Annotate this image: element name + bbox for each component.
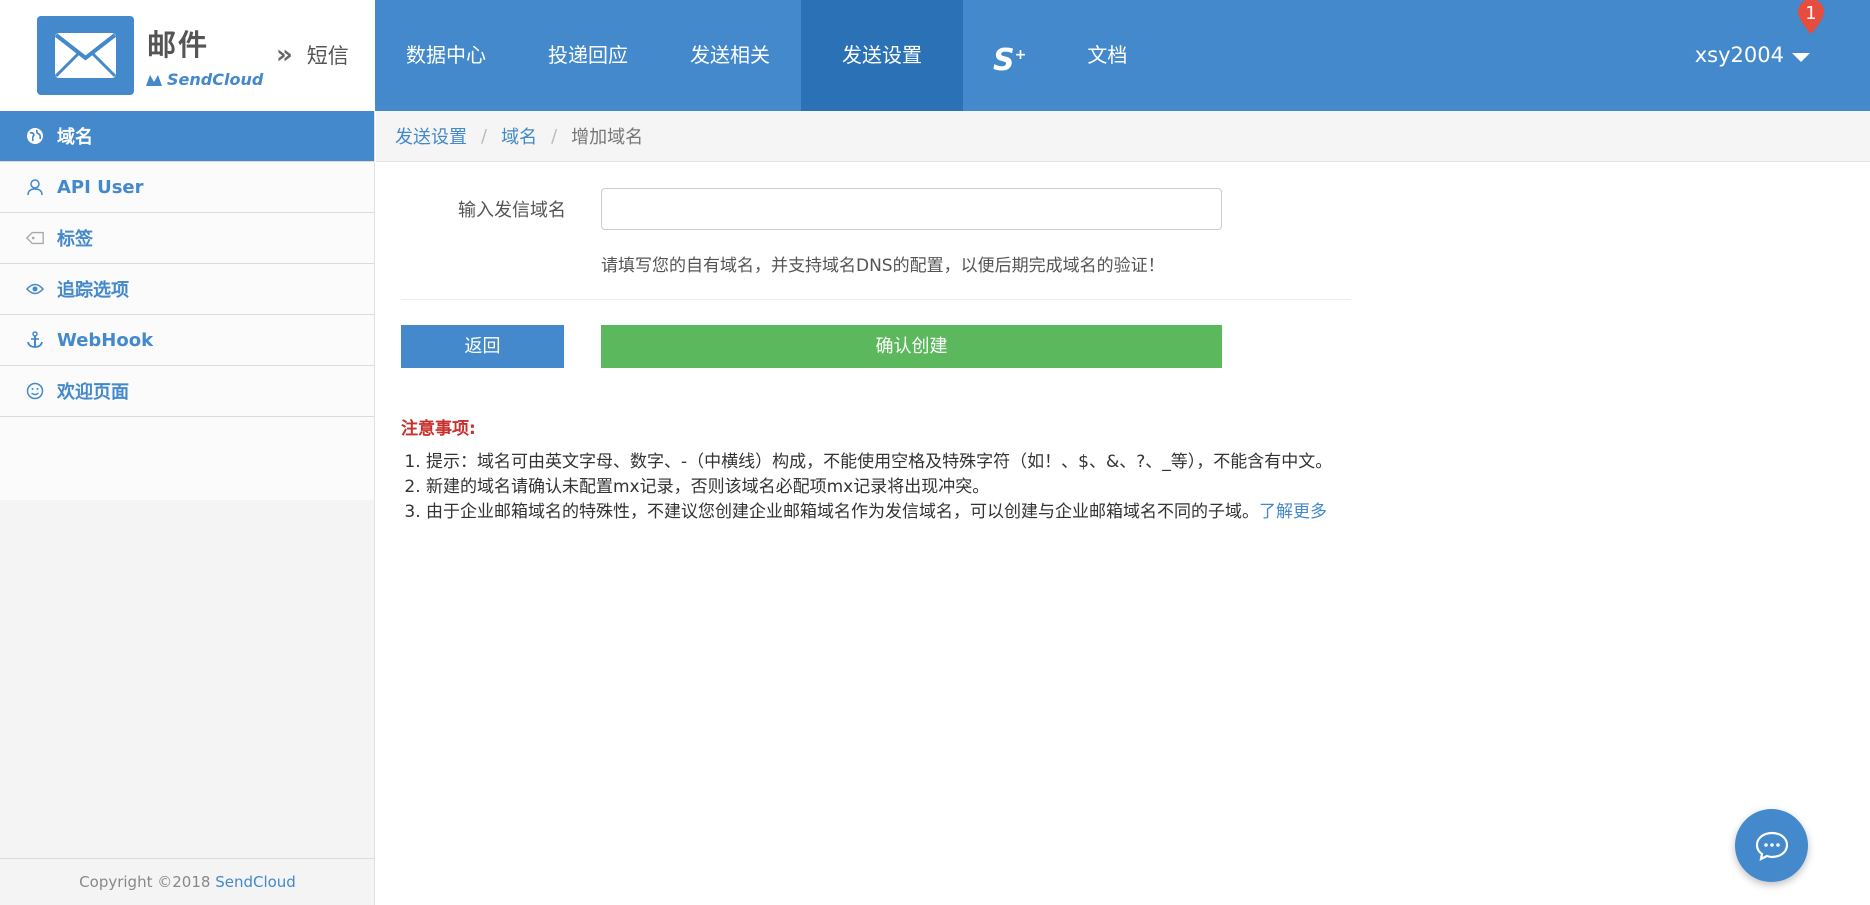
breadcrumb-separator: / xyxy=(551,125,558,147)
sidebar-item-webhook[interactable]: WebHook xyxy=(0,315,374,366)
top-header: 邮件 SendCloud » 短信 数据中心 投递回应 发送相关 发送设置 S+… xyxy=(0,0,1870,111)
domain-input[interactable] xyxy=(601,188,1222,230)
sidebar-item-tags[interactable]: 标签 xyxy=(0,213,374,264)
envelope-icon xyxy=(54,33,117,78)
brand-title: 邮件 xyxy=(147,28,210,62)
anchor-icon xyxy=(25,330,45,350)
chat-icon xyxy=(1755,831,1788,861)
switch-to-sms[interactable]: » 短信 xyxy=(276,40,349,70)
notes-title: 注意事项: xyxy=(401,419,476,439)
brand-subtitle: SendCloud xyxy=(144,70,263,89)
back-button[interactable]: 返回 xyxy=(401,325,564,368)
copyright: Copyright ©2018 SendCloud xyxy=(0,858,375,905)
confirm-create-button[interactable]: 确认创建 xyxy=(601,325,1222,368)
note-item: 提示：域名可由英文字母、数字、-（中横线）构成，不能使用空格及特殊字符（如！、$… xyxy=(426,450,1341,475)
breadcrumb-current: 增加域名 xyxy=(571,127,644,148)
eye-icon xyxy=(25,279,45,299)
breadcrumb-separator: / xyxy=(481,125,488,147)
chat-button[interactable] xyxy=(1735,809,1808,882)
tag-icon xyxy=(25,228,45,248)
form-divider xyxy=(401,299,1351,300)
nav-docs[interactable]: 文档 xyxy=(1056,0,1158,111)
note-item: 由于企业邮箱域名的特殊性，不建议您创建企业邮箱域名作为发信域名，可以创建与企业邮… xyxy=(426,500,1341,525)
sidebar-item-label: WebHook xyxy=(57,329,154,351)
sidebar-item-label: 标签 xyxy=(57,229,93,250)
notes-list: 提示：域名可由英文字母、数字、-（中横线）构成，不能使用空格及特殊字符（如！、$… xyxy=(401,450,1341,525)
double-chevron-right-icon: » xyxy=(276,40,293,70)
brand-subtitle-text: SendCloud xyxy=(167,70,264,89)
user-menu[interactable]: xsy2004 xyxy=(1695,0,1810,111)
sidebar-item-label: 欢迎页面 xyxy=(57,382,129,403)
sidebar-item-welcome-page[interactable]: 欢迎页面 xyxy=(0,366,374,417)
username: xsy2004 xyxy=(1694,43,1784,67)
sidebar-item-api-user[interactable]: API User xyxy=(0,162,374,213)
smile-icon xyxy=(25,381,45,401)
caret-down-icon xyxy=(1792,52,1810,62)
sidebar: 域名 API User 标签 追踪选项 WebHook 欢迎页面 Copyrig… xyxy=(0,111,375,905)
main-nav: 数据中心 投递回应 发送相关 发送设置 S+ 文档 xyxy=(375,0,1158,111)
mail-logo[interactable] xyxy=(37,16,134,95)
breadcrumb-domain[interactable]: 域名 xyxy=(501,123,537,149)
nav-splus[interactable]: S+ xyxy=(963,0,1056,111)
note-item: 新建的域名请确认未配置mx记录，否则该域名必配项mx记录将出现冲突。 xyxy=(426,475,1341,500)
sidebar-spacer xyxy=(0,417,374,500)
nav-send-settings[interactable]: 发送设置 xyxy=(801,0,963,111)
sidebar-item-tracking[interactable]: 追踪选项 xyxy=(0,264,374,315)
domain-field-label: 输入发信域名 xyxy=(458,200,566,221)
sidebar-item-label: 域名 xyxy=(57,127,93,148)
copyright-text: Copyright ©2018 xyxy=(79,873,216,891)
breadcrumb-send-settings[interactable]: 发送设置 xyxy=(395,123,467,149)
sidebar-item-label: 追踪选项 xyxy=(57,280,129,301)
nav-sending-related[interactable]: 发送相关 xyxy=(659,0,801,111)
user-icon xyxy=(25,177,45,197)
breadcrumb: 发送设置 / 域名 / 增加域名 xyxy=(376,111,1870,162)
copyright-link[interactable]: SendCloud xyxy=(215,873,296,891)
sendcloud-logo-icon xyxy=(146,74,162,86)
nav-delivery-response[interactable]: 投递回应 xyxy=(517,0,659,111)
domain-help-text: 请填写您的自有域名，并支持域名DNS的配置，以便后期完成域名的验证！ xyxy=(601,256,1165,276)
globe-icon xyxy=(25,126,45,146)
splus-label: S xyxy=(993,43,1015,78)
splus-sup: + xyxy=(1014,47,1027,63)
sidebar-item-domain[interactable]: 域名 xyxy=(0,111,374,162)
learn-more-link[interactable]: 了解更多 xyxy=(1259,502,1327,522)
brand-area: 邮件 SendCloud » 短信 xyxy=(0,0,375,111)
nav-data-center[interactable]: 数据中心 xyxy=(375,0,517,111)
note-item-text: 由于企业邮箱域名的特殊性，不建议您创建企业邮箱域名作为发信域名，可以创建与企业邮… xyxy=(426,502,1259,522)
switch-label: 短信 xyxy=(306,44,349,68)
sidebar-item-label: API User xyxy=(57,176,144,198)
